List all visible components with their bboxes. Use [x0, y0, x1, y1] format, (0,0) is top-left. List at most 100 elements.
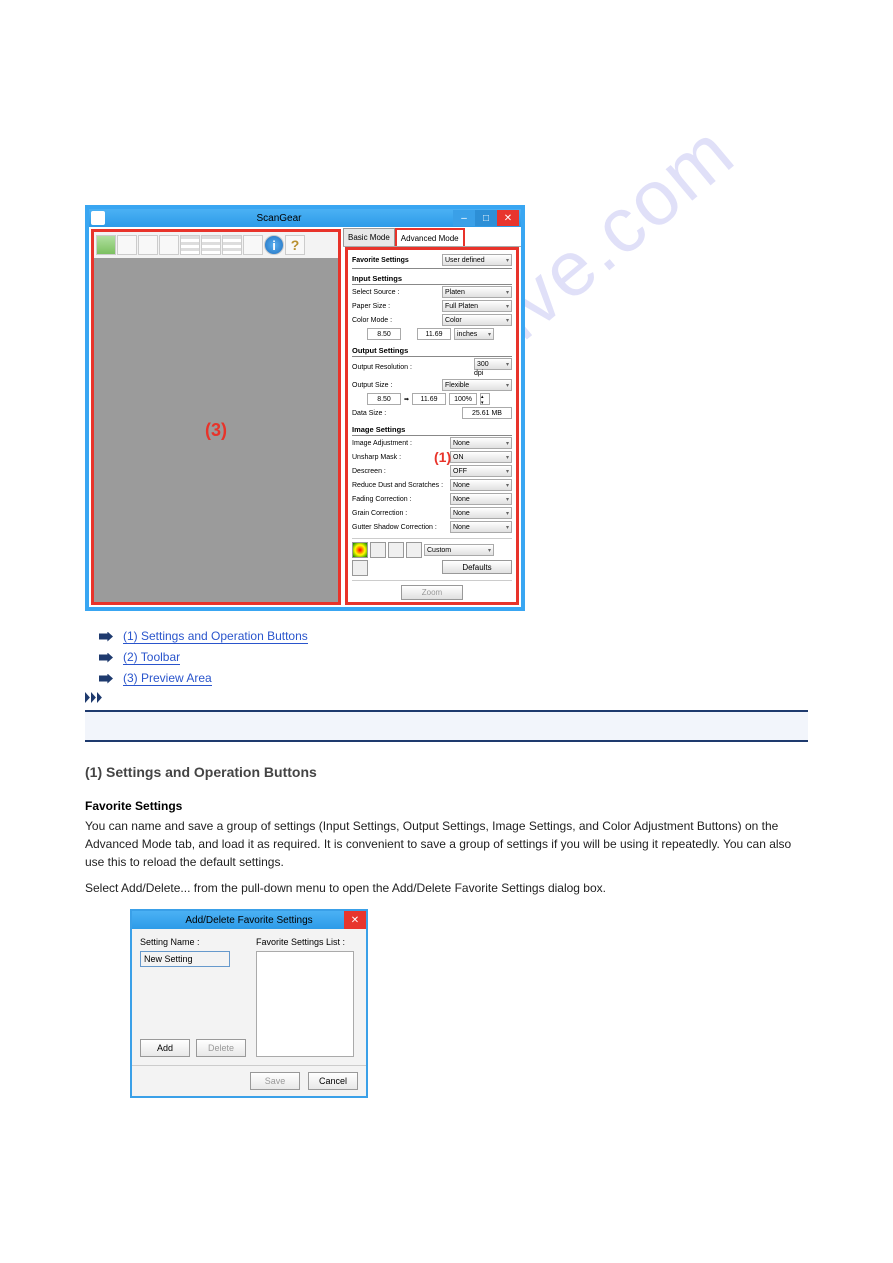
lock2-icon[interactable]: [352, 394, 364, 404]
input-width[interactable]: 8.50: [367, 328, 401, 340]
select-source[interactable]: Platen▾: [442, 286, 512, 298]
help-icon[interactable]: ?: [285, 235, 305, 255]
input-units[interactable]: inches▾: [454, 328, 494, 340]
add-button[interactable]: Add: [140, 1039, 190, 1057]
swap-icon[interactable]: [404, 330, 414, 338]
annotation-3: (3): [205, 420, 227, 441]
link-toolbar[interactable]: (2) Toolbar: [123, 650, 180, 665]
tab-basic-mode[interactable]: Basic Mode: [343, 228, 395, 246]
minimize-button[interactable]: –: [453, 210, 475, 226]
dialog-titlebar: Add/Delete Favorite Settings ✕: [132, 911, 366, 929]
settings-panel: Favorite Settings User defined▾ Input Se…: [345, 247, 519, 605]
maximize-button[interactable]: □: [475, 210, 497, 226]
dialog-title: Add/Delete Favorite Settings: [185, 915, 312, 926]
fading-correction[interactable]: None▾: [450, 493, 512, 505]
custom-select[interactable]: Custom▾: [424, 544, 494, 556]
dust-label: Reduce Dust and Scratches :: [352, 482, 450, 489]
brightness-icon[interactable]: [370, 542, 386, 558]
arrow-icon: [99, 653, 113, 663]
dialog-close-button[interactable]: ✕: [344, 911, 366, 929]
output-width[interactable]: 8.50: [367, 393, 401, 405]
tab-bar: Basic Mode Advanced Mode: [343, 227, 521, 247]
setting-name-label: Setting Name :: [140, 937, 246, 947]
saturation-icon[interactable]: [352, 542, 368, 558]
scangear-window: ScanGear – □ ✕ (2) i ?: [85, 205, 525, 611]
left-panel: i ? (3): [91, 229, 341, 605]
defaults-button[interactable]: Defaults: [442, 560, 512, 574]
gutter-shadow[interactable]: None▾: [450, 521, 512, 533]
add-delete-favorites-dialog: Add/Delete Favorite Settings ✕ Setting N…: [130, 909, 368, 1098]
tool-icon[interactable]: [117, 235, 137, 255]
favorite-settings-heading: Favorite Settings: [85, 799, 808, 813]
histogram-icon[interactable]: [388, 542, 404, 558]
data-size-value: 25.61 MB: [462, 407, 512, 419]
scan-button[interactable]: Scan: [434, 604, 512, 605]
data-size-label: Data Size :: [352, 410, 462, 417]
rotate-icon[interactable]: [159, 235, 179, 255]
window-title: ScanGear: [105, 213, 453, 224]
app-icon: [91, 211, 105, 225]
arrow-icon: [99, 632, 113, 642]
preview-area[interactable]: (3): [94, 258, 338, 602]
paper-size[interactable]: Full Platen▾: [442, 300, 512, 312]
favorite-settings-select[interactable]: User defined▾: [442, 254, 512, 266]
note-box: [85, 710, 808, 742]
close-button[interactable]: ✕: [497, 210, 519, 226]
output-size[interactable]: Flexible▾: [442, 379, 512, 391]
paper-size-label: Paper Size :: [352, 303, 442, 310]
descreen[interactable]: OFF▾: [450, 465, 512, 477]
gutter-label: Gutter Shadow Correction :: [352, 524, 450, 531]
cancel-button[interactable]: Cancel: [308, 1072, 358, 1090]
select-source-label: Select Source :: [352, 289, 442, 296]
lock-icon[interactable]: [352, 329, 364, 339]
grain-correction[interactable]: None▾: [450, 507, 512, 519]
info-icon[interactable]: i: [264, 235, 284, 255]
output-percent[interactable]: 100%: [449, 393, 477, 405]
thumbnail-icon[interactable]: [96, 235, 116, 255]
right-panel: Basic Mode Advanced Mode Favorite Settin…: [343, 227, 521, 607]
frame-icon[interactable]: [243, 235, 263, 255]
save-button[interactable]: Save: [250, 1072, 300, 1090]
grid3-icon[interactable]: [222, 235, 242, 255]
final-review-icon[interactable]: [352, 560, 368, 576]
link-preview-area[interactable]: (3) Preview Area: [123, 671, 212, 686]
output-size-label: Output Size :: [352, 382, 442, 389]
color-mode-label: Color Mode :: [352, 317, 442, 324]
titlebar: ScanGear – □ ✕: [89, 209, 521, 227]
tab-advanced-mode[interactable]: Advanced Mode: [395, 228, 465, 246]
percent-stepper[interactable]: ▴▾: [480, 393, 490, 405]
reduce-dust[interactable]: None▾: [450, 479, 512, 491]
preview-button[interactable]: Preview: [352, 604, 430, 605]
favorite-list-label: Favorite Settings List :: [256, 937, 354, 947]
unsharp-mask[interactable]: ON▾: [450, 451, 512, 463]
output-height[interactable]: 11.69: [412, 393, 446, 405]
tone-curve-icon[interactable]: [406, 542, 422, 558]
favorite-settings-list[interactable]: [256, 951, 354, 1057]
color-mode[interactable]: Color▾: [442, 314, 512, 326]
delete-button[interactable]: Delete: [196, 1039, 246, 1057]
dpi-label: dpi: [474, 370, 483, 377]
input-settings-header: Input Settings: [352, 272, 512, 285]
zoom-button[interactable]: Zoom: [401, 585, 463, 600]
favorite-settings-description-2: Select Add/Delete... from the pull-down …: [85, 879, 808, 897]
crop-icon[interactable]: [138, 235, 158, 255]
setting-name-input[interactable]: New Setting: [140, 951, 230, 967]
section-heading: (1) Settings and Operation Buttons: [85, 762, 808, 783]
input-height[interactable]: 11.69: [417, 328, 451, 340]
link-settings-buttons[interactable]: (1) Settings and Operation Buttons: [123, 629, 308, 644]
note-icon: [85, 692, 808, 706]
image-adj[interactable]: None▾: [450, 437, 512, 449]
grid2-icon[interactable]: [201, 235, 221, 255]
annotation-1: (1): [434, 449, 451, 465]
output-res-label: Output Resolution :: [352, 364, 474, 371]
favorite-settings-description: You can name and save a group of setting…: [85, 817, 808, 871]
grain-label: Grain Correction :: [352, 510, 450, 517]
output-settings-header: Output Settings: [352, 344, 512, 357]
image-adj-label: Image Adjustment :: [352, 440, 450, 447]
output-res[interactable]: 300▾: [474, 358, 512, 370]
toolbar: i ?: [94, 232, 338, 258]
image-settings-header: Image Settings: [352, 423, 512, 436]
section-links: (1) Settings and Operation Buttons (2) T…: [99, 629, 808, 686]
grid-icon[interactable]: [180, 235, 200, 255]
arrow-icon: [99, 674, 113, 684]
